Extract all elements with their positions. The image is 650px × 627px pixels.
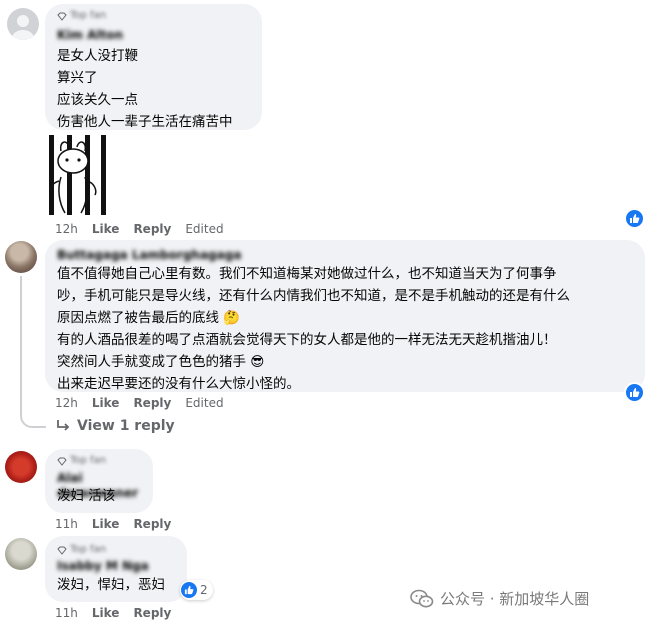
avatar[interactable] — [5, 241, 37, 273]
comment-text: 泼妇 活该 — [57, 488, 116, 504]
reply-button[interactable]: Reply — [133, 222, 171, 236]
edited-label[interactable]: Edited — [185, 396, 223, 410]
timestamp[interactable]: 12h — [55, 222, 78, 236]
commenter-name[interactable]: Kim Alton — [57, 28, 123, 43]
comment-actions: 12h Like Reply Edited — [55, 396, 238, 410]
comment-line: 有的人酒品很差的喝了点酒就会觉得天下的女人都是他的一样无法无天趁机揩油儿！ — [57, 332, 557, 348]
comment-text: 是女人没打鞭 算兴了 应该关久一点 伤害他人一辈子生活在痛苦中 — [57, 45, 233, 133]
like-reaction[interactable] — [624, 382, 645, 403]
diamond-icon — [57, 546, 67, 555]
view-replies-link[interactable]: View 1 reply — [55, 418, 175, 434]
badge-label: Top fan — [70, 544, 107, 555]
reaction-pill[interactable]: 2 — [180, 580, 213, 600]
comment-line: 吵，手机可能只是导火线，还有什么内情我们也不知道，是不是手机触动的还是有什么 — [57, 288, 570, 304]
default-avatar-icon — [12, 15, 34, 40]
comment-text: 泼妇，悍妇，恶妇 — [57, 577, 165, 593]
reply-arrow-icon — [57, 420, 70, 431]
comment-line: 突然间人手就变成了色色的猪手 😎 — [57, 354, 265, 370]
edited-label[interactable]: Edited — [185, 222, 223, 236]
reply-button[interactable]: Reply — [133, 606, 171, 620]
comment-bubble: Top fan Isabby M Nga 泼妇，悍妇，恶妇 — [45, 536, 187, 602]
watermark: 公众号 · 新加坡华人圈 — [410, 588, 589, 609]
top-fan-badge: Top fan — [57, 544, 106, 556]
badge-label: Top fan — [70, 10, 107, 21]
reply-button[interactable]: Reply — [133, 517, 171, 531]
like-button[interactable]: Like — [92, 606, 120, 620]
like-button[interactable]: Like — [92, 517, 120, 531]
comment-actions: 11h Like Reply — [55, 606, 185, 620]
commenter-name[interactable]: Isabby M Nga — [57, 559, 149, 574]
top-fan-badge: Top fan — [57, 10, 106, 22]
reply-thread-line — [20, 276, 46, 428]
badge-label: Top fan — [70, 455, 107, 466]
avatar[interactable] — [5, 538, 37, 570]
avatar[interactable] — [7, 8, 39, 40]
comment-bubble: Top fan Kim Alton 是女人没打鞭 算兴了 应该关久一点 伤害他人… — [45, 4, 262, 130]
thumbs-up-icon — [630, 214, 640, 223]
reaction-count: 2 — [200, 583, 208, 597]
comment-line: 算兴了 — [57, 70, 98, 86]
view-replies-label: View 1 reply — [77, 418, 175, 434]
comment-bubble: Top fan Alai daranwaner 泼妇 活该 — [45, 449, 153, 513]
diamond-icon — [57, 12, 67, 21]
timestamp[interactable]: 11h — [55, 606, 78, 620]
timestamp[interactable]: 11h — [55, 517, 78, 531]
wechat-icon — [410, 589, 434, 607]
watermark-text: 公众号 · 新加坡华人圈 — [440, 590, 590, 608]
top-fan-badge: Top fan — [57, 455, 106, 467]
avatar[interactable] — [5, 451, 37, 483]
reply-button[interactable]: Reply — [133, 396, 171, 410]
comment-bubble: Buttagaga Lamborghagaga 值不值得她自己心里有数。我们不知… — [45, 240, 645, 392]
commenter-name[interactable]: Buttagaga Lamborghagaga — [57, 248, 241, 263]
comment-line: 伤害他人一辈子生活在痛苦中 — [57, 114, 233, 130]
comment-actions: 11h Like Reply — [55, 517, 185, 531]
thumbs-up-icon — [630, 388, 640, 397]
comment-line: 是女人没打鞭 — [57, 48, 138, 64]
comment-line: 出来走迟早要还的没有什么大惊小怪的。 — [57, 376, 300, 392]
comment-line: 原因点燃了被告最后的底线 🤔 — [57, 310, 241, 326]
comment-text: 值不值得她自己心里有数。我们不知道梅某对她做过什么，也不知道当天为了何事争 吵，… — [57, 263, 570, 395]
comment-actions: 12h Like Reply Edited — [55, 222, 238, 236]
like-button[interactable]: Like — [92, 222, 120, 236]
comment-line: 应该关久一点 — [57, 92, 138, 108]
timestamp[interactable]: 12h — [55, 396, 78, 410]
diamond-icon — [57, 457, 67, 466]
sticker-image[interactable] — [47, 133, 109, 217]
comment-line: 值不值得她自己心里有数。我们不知道梅某对她做过什么，也不知道当天为了何事争 — [57, 266, 557, 282]
thumbs-up-icon — [181, 582, 197, 598]
like-button[interactable]: Like — [92, 396, 120, 410]
like-reaction[interactable] — [624, 208, 645, 229]
